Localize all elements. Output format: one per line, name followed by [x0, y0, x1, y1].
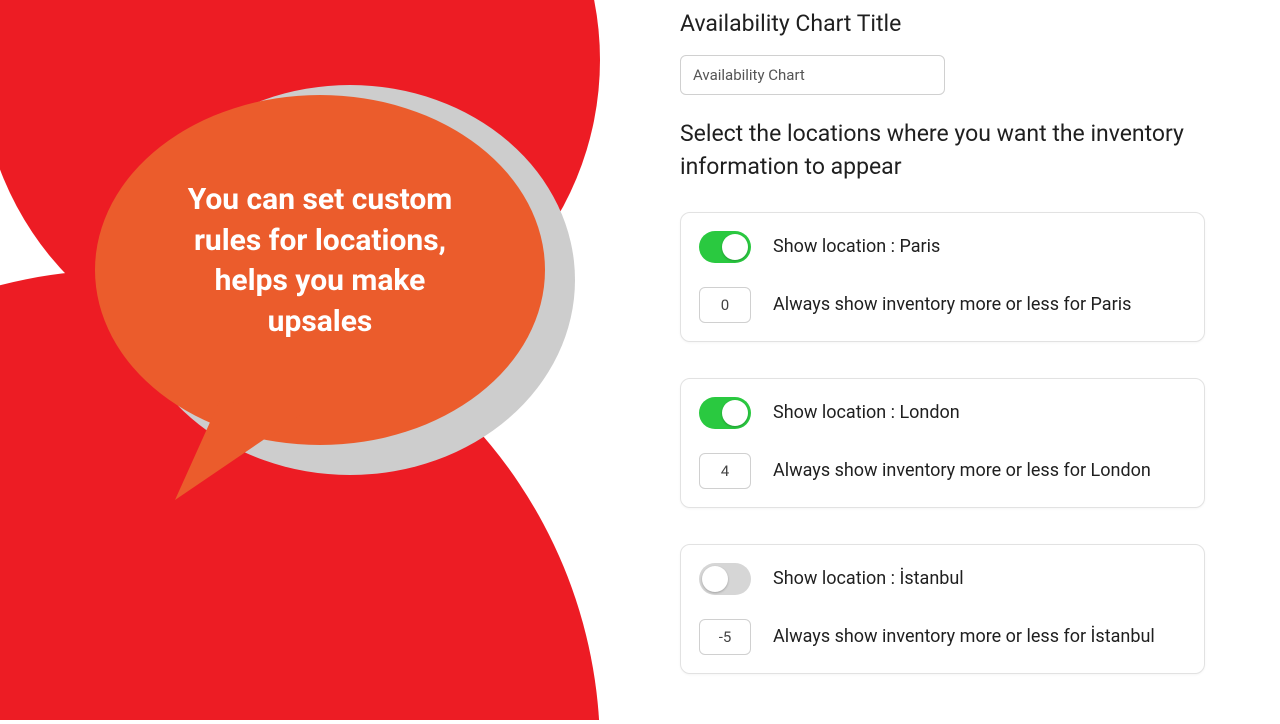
locations-subheading: Select the locations where you want the … [680, 117, 1205, 184]
settings-panel: Availability Chart Title Select the loca… [680, 10, 1225, 710]
location-offset-label: Always show inventory more or less for İ… [773, 626, 1155, 647]
location-toggle[interactable] [699, 563, 751, 595]
location-offset-label: Always show inventory more or less for L… [773, 460, 1151, 481]
promo-graphic [0, 0, 660, 720]
chart-title-label: Availability Chart Title [680, 10, 1205, 37]
location-offset-label: Always show inventory more or less for P… [773, 294, 1131, 315]
location-offset-input[interactable] [699, 453, 751, 489]
location-card: Show location : Paris Always show invent… [680, 212, 1205, 342]
location-show-label: Show location : Paris [773, 236, 940, 257]
location-card: Show location : London Always show inven… [680, 378, 1205, 508]
promo-bubble-text: You can set custom rules for locations, … [160, 180, 480, 342]
location-offset-input[interactable] [699, 619, 751, 655]
location-show-label: Show location : İstanbul [773, 568, 964, 589]
location-toggle[interactable] [699, 231, 751, 263]
chart-title-input[interactable] [680, 55, 945, 95]
location-offset-input[interactable] [699, 287, 751, 323]
location-card: Show location : İstanbul Always show inv… [680, 544, 1205, 674]
location-show-label: Show location : London [773, 402, 960, 423]
location-toggle[interactable] [699, 397, 751, 429]
